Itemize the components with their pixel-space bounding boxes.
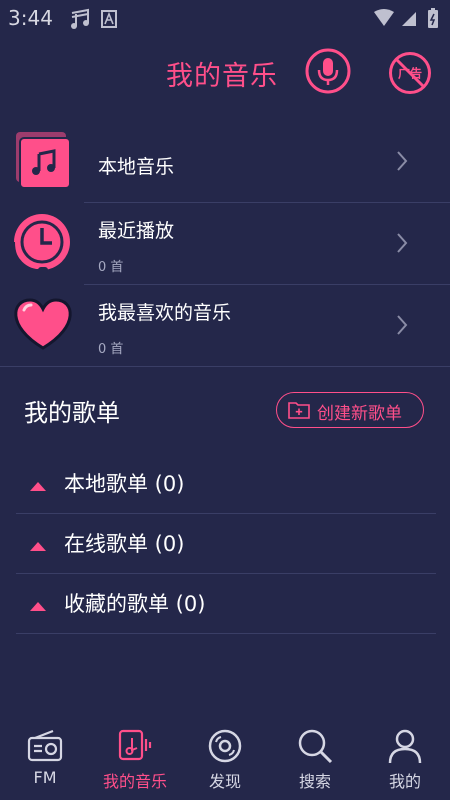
recent-play-item[interactable]: 最近播放 0 首 (0, 202, 450, 284)
triangle-up-icon (30, 476, 46, 495)
bottom-nav: FM 我的音乐 发现 搜索 我的 (0, 720, 450, 800)
create-playlist-label: 创建新歌单 (317, 404, 402, 424)
favorite-music-count: 0 首 (98, 342, 124, 357)
chevron-right-icon (396, 232, 408, 258)
nav-my-music[interactable]: 我的音乐 (90, 720, 180, 800)
music-folder-icon (12, 130, 74, 196)
nav-profile[interactable]: 我的 (360, 720, 450, 800)
ad-label: 广告 (398, 66, 422, 81)
nav-label: 搜索 (298, 772, 331, 791)
local-music-item[interactable]: 本地音乐 (0, 120, 450, 202)
nav-discover[interactable]: 发现 (180, 720, 270, 800)
divider (16, 633, 436, 634)
recent-play-title: 最近播放 (98, 220, 175, 242)
status-time: 3:44 (8, 6, 53, 30)
music-note-icon (117, 728, 153, 768)
clock-icon (12, 212, 74, 280)
add-folder-icon (288, 401, 310, 423)
triangle-up-icon (30, 536, 46, 555)
header: 我的音乐 广告 (0, 36, 450, 110)
playlist-group-label: 在线歌单 (0) (64, 532, 185, 556)
nav-label: 我的 (388, 772, 421, 791)
search-icon (297, 728, 333, 768)
triangle-up-icon (30, 596, 46, 615)
radio-icon (27, 728, 63, 768)
divider (0, 366, 450, 367)
nav-fm[interactable]: FM (0, 720, 90, 800)
status-bar: 3:44 (0, 0, 450, 36)
playlists-title: 我的歌单 (24, 399, 120, 427)
chevron-right-icon (396, 150, 408, 176)
playlist-group-online[interactable]: 在线歌单 (0) (16, 514, 436, 574)
no-ads-icon: 广告 (389, 52, 431, 94)
nav-label: 发现 (208, 772, 241, 791)
heart-icon (12, 296, 74, 356)
voice-search-button[interactable] (305, 48, 351, 94)
user-icon (387, 728, 423, 768)
recent-play-count: 0 首 (98, 260, 124, 275)
chevron-right-icon (396, 314, 408, 340)
nav-label: 我的音乐 (102, 772, 167, 791)
nav-label: FM (33, 768, 57, 787)
disc-icon (207, 728, 243, 768)
playlist-group-label: 收藏的歌单 (0) (64, 592, 206, 616)
music-notification-icon (71, 8, 117, 29)
status-notification-icons (70, 8, 118, 34)
playlist-group-collected[interactable]: 收藏的歌单 (0) (16, 574, 436, 634)
create-playlist-button[interactable]: 创建新歌单 (276, 392, 424, 428)
status-system-icons (372, 8, 442, 34)
favorite-music-title: 我最喜欢的音乐 (98, 302, 232, 324)
playlist-group-label: 本地歌单 (0) (64, 472, 185, 496)
favorite-music-item[interactable]: 我最喜欢的音乐 0 首 (0, 284, 450, 366)
local-music-title: 本地音乐 (98, 156, 175, 178)
wifi-signal-battery-icon (374, 8, 438, 28)
playlist-group-local[interactable]: 本地歌单 (0) (16, 454, 436, 514)
page-title: 我的音乐 (166, 61, 278, 92)
microphone-icon (305, 48, 351, 94)
no-ads-button[interactable]: 广告 (388, 51, 432, 95)
nav-search[interactable]: 搜索 (270, 720, 360, 800)
